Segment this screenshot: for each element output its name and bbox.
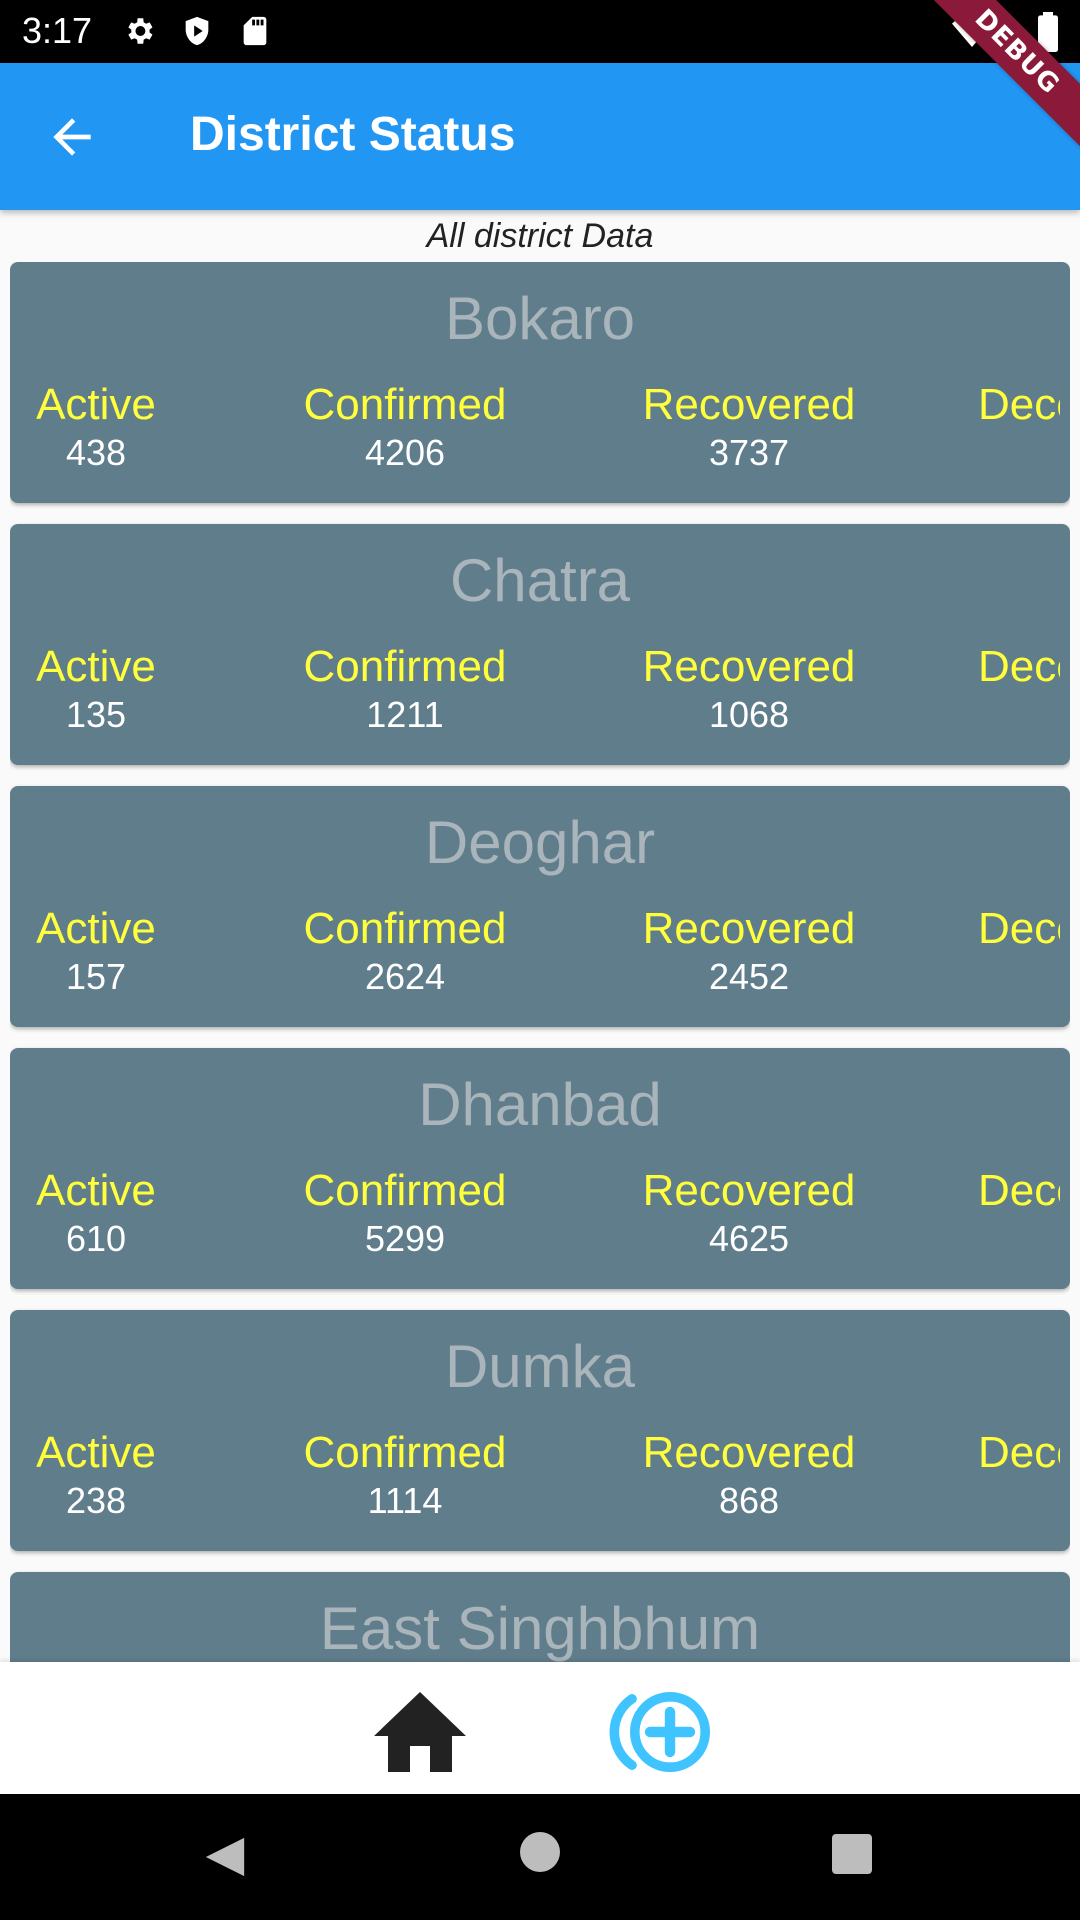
recovered-label: Recovered [642, 1428, 856, 1477]
district-list[interactable]: Bokaro Active 438 Confirmed 4206 Recover… [10, 262, 1070, 1662]
active-value: 135 [65, 694, 127, 735]
page-title: District Status [190, 108, 516, 161]
confirmed-stat: Confirmed 4206 [286, 380, 524, 474]
sd-card-icon [243, 16, 267, 46]
screen: 3:17 DEBUG District Status All district … [0, 0, 1080, 1920]
district-card-dhanbad[interactable]: Dhanbad Active 610 Confirmed 5299 Recove… [10, 1048, 1070, 1289]
deceased-label: Deceased [978, 1428, 1060, 1477]
confirmed-value: 4206 [364, 432, 446, 473]
active-label: Active [36, 642, 156, 691]
play-shield-icon [185, 16, 209, 46]
add-circle-icon[interactable] [604, 1690, 716, 1774]
deceased-stat: Deceased [978, 904, 1060, 954]
list-subtitle: All district Data [426, 217, 654, 255]
active-stat: Active 438 [32, 380, 160, 474]
confirmed-label: Confirmed [303, 1166, 507, 1215]
status-time: 3:17 [22, 10, 93, 51]
confirmed-stat: Confirmed 1114 [286, 1428, 524, 1522]
home-circle-icon[interactable] [520, 1832, 560, 1872]
recovered-value: 4625 [708, 1218, 790, 1259]
recovered-value: 868 [718, 1480, 780, 1521]
deceased-label: Deceased [978, 904, 1060, 953]
recovered-stat: Recovered 1068 [628, 642, 870, 736]
active-value: 610 [65, 1218, 127, 1259]
district-name: Bokaro [444, 285, 636, 352]
gear-icon [128, 18, 153, 44]
active-label: Active [36, 380, 156, 429]
deceased-stat: Deceased [978, 642, 1060, 692]
confirmed-label: Confirmed [303, 904, 507, 953]
recovered-label: Recovered [642, 1166, 856, 1215]
active-stat: Active 135 [32, 642, 160, 736]
confirmed-value: 5299 [364, 1218, 446, 1259]
deceased-stat: Deceased [978, 1166, 1060, 1216]
active-label: Active [36, 1166, 156, 1215]
recovered-stat: Recovered 4625 [628, 1166, 870, 1260]
confirmed-value: 1211 [366, 694, 444, 735]
confirmed-stat: Confirmed 2624 [286, 904, 524, 998]
arrow-back-icon[interactable] [42, 109, 102, 165]
status-bar: 3:17 [0, 0, 1080, 63]
recovered-stat: Recovered 3737 [628, 380, 870, 474]
confirmed-stat: Confirmed 1211 [286, 642, 524, 736]
district-name: Deoghar [424, 809, 656, 876]
deceased-label: Deceased [978, 642, 1060, 691]
confirmed-label: Confirmed [303, 380, 507, 429]
confirmed-stat: Confirmed 5299 [286, 1166, 524, 1260]
deceased-stat: Deceased [978, 1428, 1060, 1478]
bottom-nav [0, 1662, 1080, 1794]
active-stat: Active 238 [32, 1428, 160, 1522]
recovered-value: 3737 [708, 432, 790, 473]
back-triangle-icon[interactable] [202, 1834, 248, 1880]
active-stat: Active 610 [32, 1166, 160, 1260]
district-card-bokaro[interactable]: Bokaro Active 438 Confirmed 4206 Recover… [10, 262, 1070, 503]
active-value: 157 [65, 956, 127, 997]
recovered-label: Recovered [642, 904, 856, 953]
deceased-label: Deceased [978, 1166, 1060, 1215]
confirmed-label: Confirmed [303, 642, 507, 691]
district-card-east-singhbhum[interactable]: East Singhbhum [10, 1572, 1070, 1662]
active-value: 438 [65, 432, 127, 473]
deceased-stat: Deceased [978, 380, 1060, 430]
active-label: Active [36, 1428, 156, 1477]
active-label: Active [36, 904, 156, 953]
district-name: Dumka [444, 1333, 636, 1400]
recents-square-icon[interactable] [832, 1834, 872, 1874]
system-nav-bar [0, 1794, 1080, 1920]
district-card-chatra[interactable]: Chatra Active 135 Confirmed 1211 Recover… [10, 524, 1070, 765]
district-name: Dhanbad [418, 1071, 662, 1138]
district-card-dumka[interactable]: Dumka Active 238 Confirmed 1114 Recovere… [10, 1310, 1070, 1551]
active-value: 238 [65, 1480, 127, 1521]
recovered-stat: Recovered 2452 [628, 904, 870, 998]
active-stat: Active 157 [32, 904, 160, 998]
confirmed-value: 2624 [364, 956, 446, 997]
app-bar: District Status [0, 63, 1080, 210]
home-icon[interactable] [372, 1692, 468, 1772]
recovered-value: 1068 [708, 694, 790, 735]
recovered-label: Recovered [642, 380, 856, 429]
confirmed-value: 1114 [367, 1480, 443, 1521]
district-name: East Singhbhum [319, 1595, 761, 1662]
recovered-label: Recovered [642, 642, 856, 691]
district-name: Chatra [449, 547, 631, 614]
deceased-label: Deceased [978, 380, 1060, 429]
confirmed-label: Confirmed [303, 1428, 507, 1477]
recovered-value: 2452 [708, 956, 790, 997]
district-card-deoghar[interactable]: Deoghar Active 157 Confirmed 2624 Recove… [10, 786, 1070, 1027]
recovered-stat: Recovered 868 [628, 1428, 870, 1522]
